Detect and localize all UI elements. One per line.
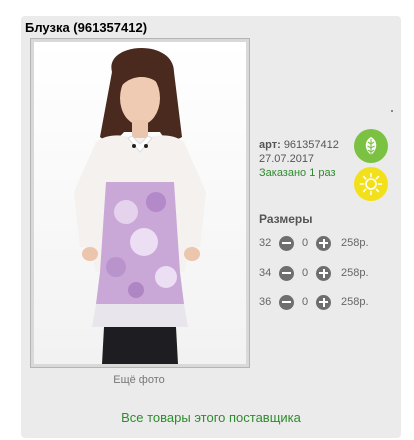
more-photos-link[interactable]: Ещё фото [30, 374, 248, 386]
ordered-count: Заказано 1 раз [259, 167, 336, 179]
product-photo-frame[interactable] [30, 38, 250, 368]
quantity-value: 0 [301, 296, 309, 308]
leaf-badge [354, 129, 388, 163]
size-row: 32 0 258р. [259, 235, 369, 251]
article-line: арт: 961357412 [259, 138, 339, 152]
quantity-value: 0 [301, 237, 309, 249]
size-label: 34 [259, 267, 272, 279]
product-date: 27.07.2017 [259, 153, 315, 165]
increase-button[interactable] [316, 265, 331, 281]
size-label: 32 [259, 237, 272, 249]
size-row: 34 0 258р. [259, 265, 369, 281]
sizes-title: Размеры [259, 212, 313, 226]
sun-icon [359, 172, 383, 196]
decrease-button[interactable] [279, 265, 294, 281]
sun-badge [354, 167, 388, 201]
price: 258р. [341, 267, 369, 279]
girl-in-blouse-image [34, 42, 246, 364]
increase-button[interactable] [316, 294, 331, 310]
increase-button[interactable] [316, 235, 331, 251]
product-photo[interactable] [34, 42, 246, 364]
product-title: Блузка (961357412) [25, 20, 148, 35]
price: 258р. [341, 296, 369, 308]
size-row: 36 0 258р. [259, 294, 369, 310]
supplier-products-link[interactable]: Все товары этого поставщика [21, 410, 401, 425]
price: 258р. [341, 237, 369, 249]
dot-marker [391, 110, 393, 112]
size-label: 36 [259, 296, 272, 308]
article-label: арт: [259, 139, 281, 151]
leaf-icon [365, 137, 377, 155]
product-info: арт: 961357412 27.07.2017 Заказано 1 раз [259, 138, 339, 180]
decrease-button[interactable] [279, 294, 294, 310]
quantity-value: 0 [301, 267, 309, 279]
decrease-button[interactable] [279, 235, 294, 251]
article-value: 961357412 [283, 139, 339, 151]
